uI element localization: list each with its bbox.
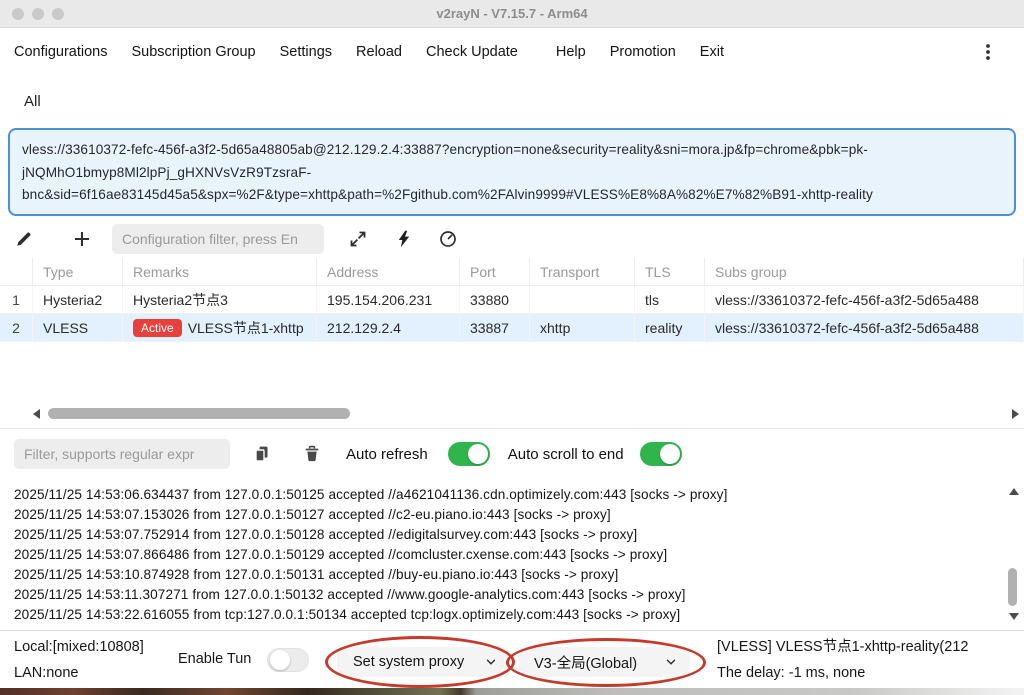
speedtest-gauge-icon[interactable] — [438, 229, 458, 249]
col-subs-group[interactable]: Subs group — [705, 258, 1024, 286]
table-row-selected[interactable]: 2 VLESS Active VLESS节点1-xhttp 212.129.2.… — [0, 314, 1024, 342]
table-header: Type Remarks Address Port Transport TLS … — [0, 258, 1024, 286]
desktop-wallpaper-strip — [0, 688, 1024, 695]
log-line: 2025/11/25 14:53:07.866486 from 127.0.0.… — [14, 545, 1002, 565]
auto-refresh-label: Auto refresh — [346, 446, 428, 463]
system-proxy-dropdown[interactable]: Set system proxy — [337, 647, 510, 677]
menu-configurations[interactable]: Configurations — [14, 44, 108, 60]
menu-settings[interactable]: Settings — [280, 44, 332, 60]
auto-scroll-toggle[interactable] — [640, 442, 682, 466]
col-address[interactable]: Address — [317, 258, 460, 286]
chevron-down-icon — [484, 655, 498, 669]
menu-bar: Configurations Subscription Group Settin… — [0, 29, 1024, 75]
menu-check-update[interactable]: Check Update — [426, 44, 518, 60]
horizontal-scrollbar-thumb[interactable] — [48, 408, 350, 419]
routing-mode-dropdown[interactable]: V3-全局(Global) — [518, 647, 690, 677]
auto-scroll-label: Auto scroll to end — [508, 446, 624, 463]
config-filter-input[interactable] — [112, 224, 324, 254]
toggle-knob — [468, 444, 488, 464]
table-row[interactable]: 1 Hysteria2 Hysteria2节点3 195.154.206.231… — [0, 286, 1024, 314]
log-line: 2025/11/25 14:53:06.634437 from 127.0.0.… — [14, 485, 1002, 505]
status-bar: Local:[mixed:10808] LAN:none Enable Tun … — [0, 630, 1024, 688]
col-type[interactable]: Type — [33, 258, 123, 286]
log-line: 2025/11/25 14:53:22.616055 from tcp:127.… — [14, 605, 1002, 625]
col-tls[interactable]: TLS — [635, 258, 705, 286]
log-output: 2025/11/25 14:53:06.634437 from 127.0.0.… — [0, 480, 1002, 628]
share-url-box[interactable]: vless://33610372-fefc-456f-a3f2-5d65a488… — [8, 128, 1016, 216]
enable-tun-toggle[interactable] — [267, 648, 309, 672]
scroll-right-icon[interactable] — [1012, 409, 1019, 419]
log-line: 2025/11/25 14:53:10.874928 from 127.0.0.… — [14, 565, 1002, 585]
col-transport[interactable]: Transport — [530, 258, 635, 286]
log-toolbar: Auto refresh Auto scroll to end — [0, 434, 1024, 474]
log-line: 2025/11/25 14:53:07.153026 from 127.0.0.… — [14, 505, 1002, 525]
expand-arrows-icon[interactable] — [348, 229, 368, 249]
scroll-up-icon[interactable] — [1009, 488, 1019, 495]
lan-endpoint-label: LAN:none — [14, 660, 144, 686]
menu-reload[interactable]: Reload — [356, 44, 402, 60]
toggle-knob — [660, 444, 680, 464]
log-filter-input[interactable] — [14, 439, 230, 469]
auto-refresh-toggle[interactable] — [448, 442, 490, 466]
scroll-left-icon[interactable] — [33, 409, 40, 419]
menu-help[interactable]: Help — [556, 44, 586, 60]
menu-subscription-group[interactable]: Subscription Group — [132, 44, 256, 60]
vertical-scrollbar[interactable] — [1004, 480, 1024, 628]
log-line: 2025/11/25 14:53:07.752914 from 127.0.0.… — [14, 525, 1002, 545]
chevron-down-icon — [664, 655, 678, 669]
window-title: v2rayN - V7.15.7 - Arm64 — [0, 0, 1024, 28]
tab-all[interactable]: All — [24, 86, 41, 118]
scroll-down-icon[interactable] — [1009, 613, 1019, 620]
menu-exit[interactable]: Exit — [700, 44, 724, 60]
lightning-test-icon[interactable] — [394, 229, 414, 249]
title-bar: v2rayN - V7.15.7 - Arm64 — [0, 0, 1024, 28]
more-options-icon[interactable] — [978, 42, 998, 62]
menu-promotion[interactable]: Promotion — [610, 44, 676, 60]
server-table: Type Remarks Address Port Transport TLS … — [0, 258, 1024, 342]
edit-icon[interactable] — [14, 229, 34, 249]
delay-label: The delay: -1 ms, none — [717, 660, 1022, 686]
vertical-scrollbar-thumb[interactable] — [1008, 568, 1017, 606]
add-config-icon[interactable] — [72, 229, 92, 249]
log-line: 2025/11/25 14:53:11.307271 from 127.0.0.… — [14, 585, 1002, 605]
col-remarks[interactable]: Remarks — [123, 258, 317, 286]
config-toolbar — [0, 220, 1024, 258]
copy-icon[interactable] — [252, 444, 272, 464]
toggle-knob — [270, 650, 290, 670]
trash-icon[interactable] — [302, 444, 322, 464]
section-divider — [0, 428, 1024, 429]
active-badge: Active — [133, 319, 182, 337]
horizontal-scrollbar[interactable] — [0, 406, 1024, 422]
local-endpoint-label: Local:[mixed:10808] — [14, 634, 144, 660]
enable-tun-label: Enable Tun — [178, 651, 251, 667]
col-port[interactable]: Port — [460, 258, 530, 286]
active-profile-label: [VLESS] VLESS节点1-xhttp-reality(212 — [717, 634, 1022, 660]
